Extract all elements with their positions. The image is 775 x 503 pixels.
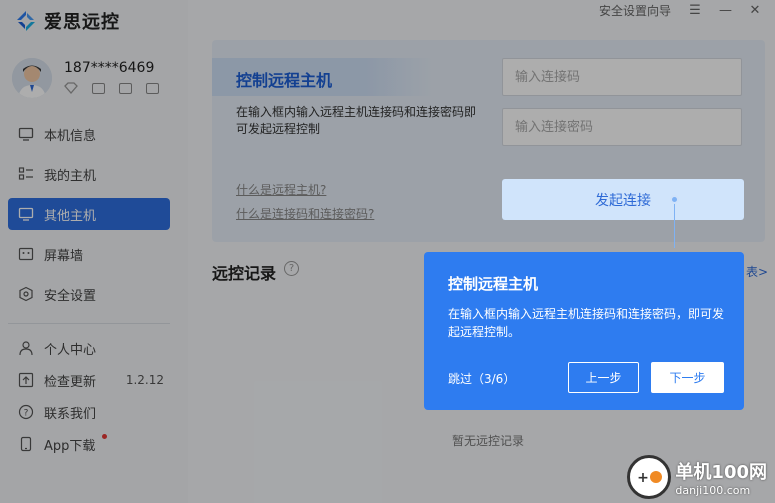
svg-text:+: + (638, 470, 650, 486)
watermark: + 单机100网 danji100.com (627, 455, 767, 499)
tour-title: 控制远程主机 (448, 275, 539, 293)
watermark-url: danji100.com (675, 483, 751, 497)
tour-pointer-dot (670, 195, 679, 204)
tour-skip-link[interactable]: 跳过（3/6） (448, 370, 515, 387)
tour-next-button[interactable]: 下一步 (651, 362, 724, 393)
tour-description: 在输入框内输入远程主机连接码和连接密码，即可发起远程控制。 (448, 307, 725, 339)
watermark-logo-icon: + (627, 455, 672, 499)
watermark-title: 单机100网 (675, 461, 767, 483)
highlighted-connect-button[interactable]: 发起连接 (502, 179, 744, 220)
tour-popover: 控制远程主机 在输入框内输入远程主机连接码和连接密码，即可发起远程控制。 跳过（… (424, 252, 744, 410)
tour-prev-button[interactable]: 上一步 (568, 362, 639, 393)
tour-pointer-line (674, 200, 675, 248)
